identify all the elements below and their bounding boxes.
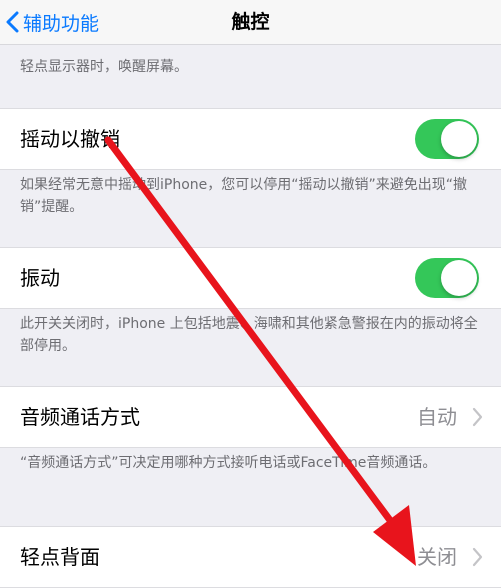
shake-to-undo-toggle[interactable] — [415, 119, 479, 159]
toggle-knob — [441, 260, 477, 296]
vibration-label: 振动 — [20, 266, 60, 290]
call-audio-routing-value: 自动 — [417, 405, 457, 429]
shake-to-undo-label: 摇动以撤销 — [20, 127, 120, 151]
vibration-footer: 此开关关闭时，iPhone 上包括地震、海啸和其他紧急警报在内的振动将全部停用。 — [20, 316, 478, 354]
back-tap-row[interactable]: 轻点背面 关闭 — [0, 526, 501, 588]
vibration-row: 振动 — [0, 247, 501, 309]
vibration-toggle[interactable] — [415, 258, 479, 298]
call-audio-footer: “音频通话方式”可决定用哪种方式接听电话或FaceTime音频通话。 — [20, 455, 437, 471]
shake-footer: 如果经常无意中摇动到iPhone，您可以停用“摇动以撤销”来避免出现“撤销”提醒… — [20, 177, 468, 215]
navigation-bar: 辅助功能 触控 — [0, 0, 501, 45]
back-tap-label: 轻点背面 — [20, 545, 100, 569]
back-tap-value: 关闭 — [417, 545, 457, 569]
wake-footer: 轻点显示器时，唤醒屏幕。 — [20, 59, 188, 75]
shake-to-undo-row: 摇动以撤销 — [0, 108, 501, 170]
chevron-right-icon — [472, 547, 483, 567]
call-audio-routing-label: 音频通话方式 — [20, 405, 140, 429]
chevron-right-icon — [472, 407, 483, 427]
call-audio-routing-row[interactable]: 音频通话方式 自动 — [0, 386, 501, 448]
toggle-knob — [441, 121, 477, 157]
page-title: 触控 — [231, 11, 270, 33]
